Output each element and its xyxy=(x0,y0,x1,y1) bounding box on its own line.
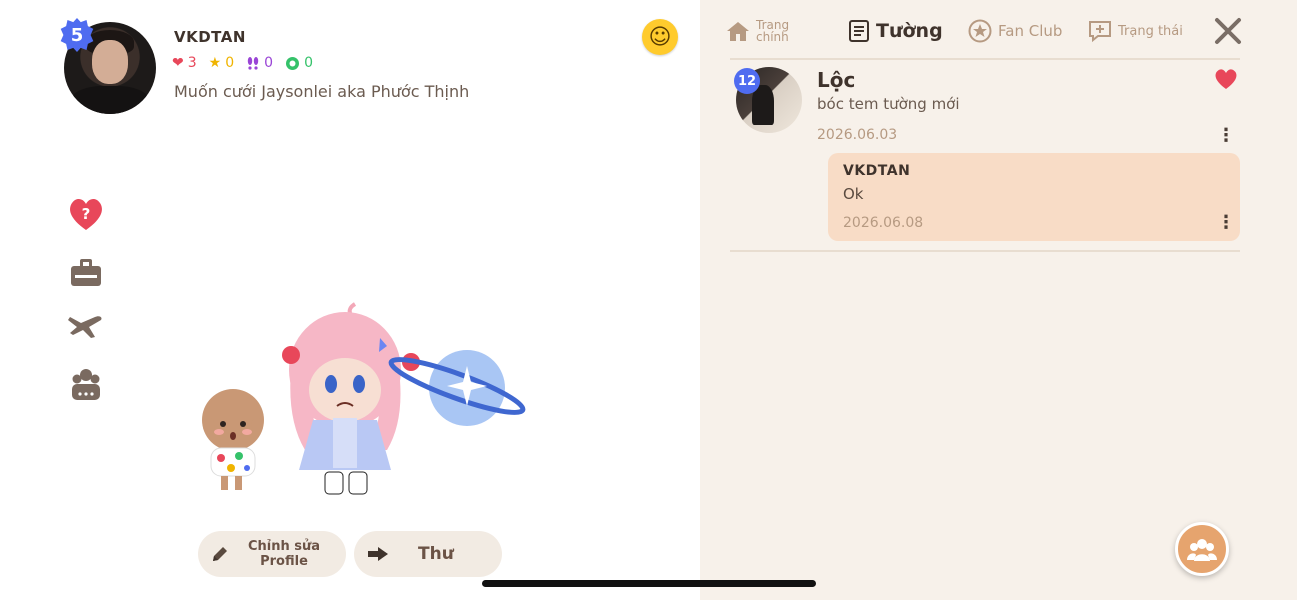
mail-button[interactable]: Thư xyxy=(354,531,502,577)
tab-home-label: Trang chính xyxy=(756,18,790,44)
footprint-icon xyxy=(247,57,259,70)
tab-status[interactable]: Trạng thái xyxy=(1088,14,1183,48)
more-vertical-icon: ⋮ xyxy=(1217,125,1235,146)
girl-character xyxy=(282,302,420,495)
heart-question-icon: ? xyxy=(70,198,102,230)
id-card-icon xyxy=(71,259,101,286)
stat-hearts: ❤ 3 xyxy=(172,55,197,71)
hearts-count: 3 xyxy=(187,55,197,71)
heart-question-button[interactable]: ? xyxy=(66,194,106,234)
close-icon xyxy=(1215,18,1241,44)
smiley-icon: ☺ xyxy=(648,24,672,50)
stat-clovers: 0 xyxy=(285,55,313,71)
post-divider xyxy=(730,250,1240,252)
status-bubble-icon xyxy=(1089,21,1111,43)
airplane-icon xyxy=(68,316,102,338)
stars-count: 0 xyxy=(225,55,235,71)
profile-avatar[interactable]: 5 xyxy=(60,18,156,114)
notepad-icon xyxy=(849,20,869,42)
id-card-button[interactable] xyxy=(66,252,106,292)
tab-status-label: Trạng thái xyxy=(1118,23,1183,39)
profile-stats: ❤ 3 ★ 0 0 0 xyxy=(172,55,313,71)
wall-tabs: Trang chính Tường Fan Club Trạng thái xyxy=(726,14,1246,48)
star-circle-icon xyxy=(968,19,992,43)
profile-panel: 5 VKDTAN ❤ 3 ★ 0 0 0 Muốn cưới Jaysonlei… xyxy=(0,0,700,600)
home-icon xyxy=(727,22,749,41)
mail-label: Thư xyxy=(418,544,454,564)
clovers-count: 0 xyxy=(304,55,313,71)
tab-fanclub[interactable]: Fan Club xyxy=(968,14,1062,48)
profile-username: VKDTAN xyxy=(174,28,246,46)
stat-footprints: 0 xyxy=(246,55,273,71)
reply-author-name[interactable]: VKDTAN xyxy=(843,163,910,179)
tab-wall-label: Tường xyxy=(876,20,943,42)
tab-wall[interactable]: Tường xyxy=(848,14,943,48)
post-level-badge: 12 xyxy=(734,68,760,94)
pencil-icon xyxy=(213,547,227,561)
close-button[interactable] xyxy=(1212,15,1244,47)
clover-icon xyxy=(286,56,300,70)
friends-icon xyxy=(1187,539,1217,561)
edit-profile-button[interactable]: Chỉnh sửa Profile xyxy=(198,531,346,577)
smiley-button[interactable]: ☺ xyxy=(642,19,678,55)
post-text: bóc tem tường mới xyxy=(817,95,960,113)
profile-bio: Muốn cưới Jaysonlei aka Phước Thịnh xyxy=(174,82,470,101)
tabs-divider xyxy=(730,58,1240,60)
airplane-button[interactable] xyxy=(66,306,106,346)
home-indicator xyxy=(482,580,816,587)
heart-icon xyxy=(1215,69,1237,89)
avatar-scene xyxy=(195,300,535,510)
post-author-name[interactable]: Lộc xyxy=(817,68,855,92)
like-button[interactable] xyxy=(1214,68,1238,90)
reply-comment: VKDTAN Ok 2026.06.08 ⋮ xyxy=(828,153,1240,241)
stat-stars: ★ 0 xyxy=(209,55,234,71)
heart-icon: ❤ xyxy=(172,55,184,71)
post-date: 2026.06.03 xyxy=(817,127,898,143)
post-author-avatar[interactable]: 12 xyxy=(734,67,802,133)
post-more-button[interactable]: ⋮ xyxy=(1216,124,1236,148)
planet-decoration xyxy=(388,350,526,426)
star-icon: ★ xyxy=(208,55,222,71)
svg-text:?: ? xyxy=(82,205,91,223)
reply-date: 2026.06.08 xyxy=(843,215,924,231)
tab-fanclub-label: Fan Club xyxy=(998,22,1063,40)
group-button[interactable] xyxy=(66,364,106,404)
reply-more-button[interactable]: ⋮ xyxy=(1216,211,1236,235)
footprints-count: 0 xyxy=(264,55,274,71)
mail-icon xyxy=(368,547,388,561)
tab-home[interactable]: Trang chính xyxy=(726,14,794,48)
boy-character xyxy=(202,389,264,490)
friends-fab-button[interactable] xyxy=(1175,522,1229,576)
reply-text: Ok xyxy=(843,185,864,203)
edit-profile-label: Chỉnh sửa Profile xyxy=(247,539,321,569)
more-vertical-icon: ⋮ xyxy=(1217,212,1235,233)
group-icon xyxy=(72,369,100,400)
